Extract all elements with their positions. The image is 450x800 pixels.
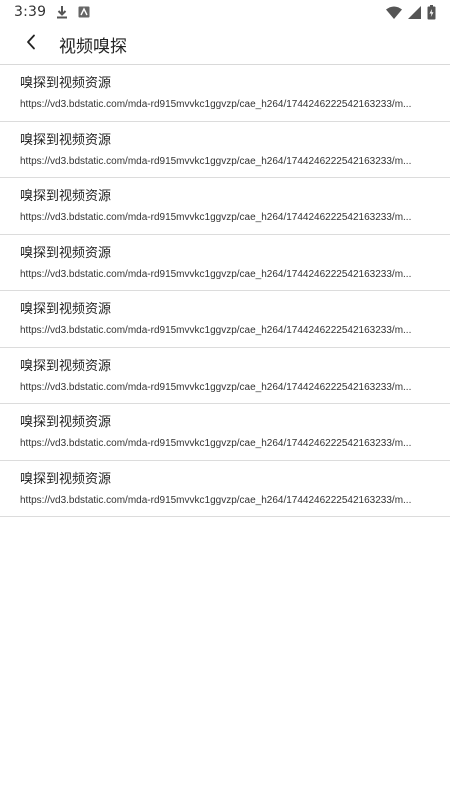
- status-right: [386, 4, 436, 20]
- app-bar: 视频嗅探: [0, 24, 450, 65]
- list-item-title: 嗅探到视频资源: [20, 76, 112, 91]
- list-item-url: https://vd3.bdstatic.com/mda-rd915mvvkc1…: [20, 381, 412, 393]
- app-notification-icon: [78, 6, 90, 18]
- battery-charging-icon: [427, 4, 436, 20]
- list-item-url: https://vd3.bdstatic.com/mda-rd915mvvkc1…: [20, 99, 412, 110]
- status-bar: 3:39: [0, 0, 450, 24]
- list-item[interactable]: 嗅探到视频资源 https://vd3.bdstatic.com/mda-rd9…: [0, 348, 450, 404]
- list-item-url: https://vd3.bdstatic.com/mda-rd915mvvkc1…: [20, 212, 412, 223]
- status-time: 3:39: [14, 4, 47, 20]
- list-item-title: 嗅探到视频资源: [20, 415, 112, 430]
- list-item[interactable]: 嗅探到视频资源 https://vd3.bdstatic.com/mda-rd9…: [0, 461, 450, 517]
- status-left: 3:39: [14, 4, 90, 20]
- list-item-title: 嗅探到视频资源: [20, 302, 112, 317]
- chevron-left-icon: [25, 34, 37, 54]
- list-item-url: https://vd3.bdstatic.com/mda-rd915mvvkc1…: [20, 155, 412, 167]
- list-item[interactable]: 嗅探到视频资源 https://vd3.bdstatic.com/mda-rd9…: [0, 404, 450, 461]
- wifi-icon: [386, 6, 402, 19]
- list-item-title: 嗅探到视频资源: [20, 132, 112, 148]
- list-item-title: 嗅探到视频资源: [20, 358, 112, 374]
- download-icon: [56, 5, 68, 19]
- list-item[interactable]: 嗅探到视频资源 https://vd3.bdstatic.com/mda-rd9…: [0, 291, 450, 348]
- list-item-title: 嗅探到视频资源: [20, 471, 112, 487]
- list-item-url: https://vd3.bdstatic.com/mda-rd915mvvkc1…: [20, 438, 412, 449]
- page-title: 视频嗅探: [59, 36, 127, 57]
- list-item[interactable]: 嗅探到视频资源 https://vd3.bdstatic.com/mda-rd9…: [0, 65, 450, 122]
- list-item-url: https://vd3.bdstatic.com/mda-rd915mvvkc1…: [20, 494, 412, 506]
- sniffed-video-list: 嗅探到视频资源 https://vd3.bdstatic.com/mda-rd9…: [0, 65, 450, 517]
- list-item-title: 嗅探到视频资源: [20, 245, 112, 261]
- list-item[interactable]: 嗅探到视频资源 https://vd3.bdstatic.com/mda-rd9…: [0, 235, 450, 291]
- list-item[interactable]: 嗅探到视频资源 https://vd3.bdstatic.com/mda-rd9…: [0, 178, 450, 235]
- signal-icon: [408, 5, 421, 19]
- back-button[interactable]: [9, 24, 53, 65]
- list-item-url: https://vd3.bdstatic.com/mda-rd915mvvkc1…: [20, 268, 412, 280]
- list-item-title: 嗅探到视频资源: [20, 189, 112, 204]
- list-item-url: https://vd3.bdstatic.com/mda-rd915mvvkc1…: [20, 325, 412, 336]
- list-item[interactable]: 嗅探到视频资源 https://vd3.bdstatic.com/mda-rd9…: [0, 122, 450, 178]
